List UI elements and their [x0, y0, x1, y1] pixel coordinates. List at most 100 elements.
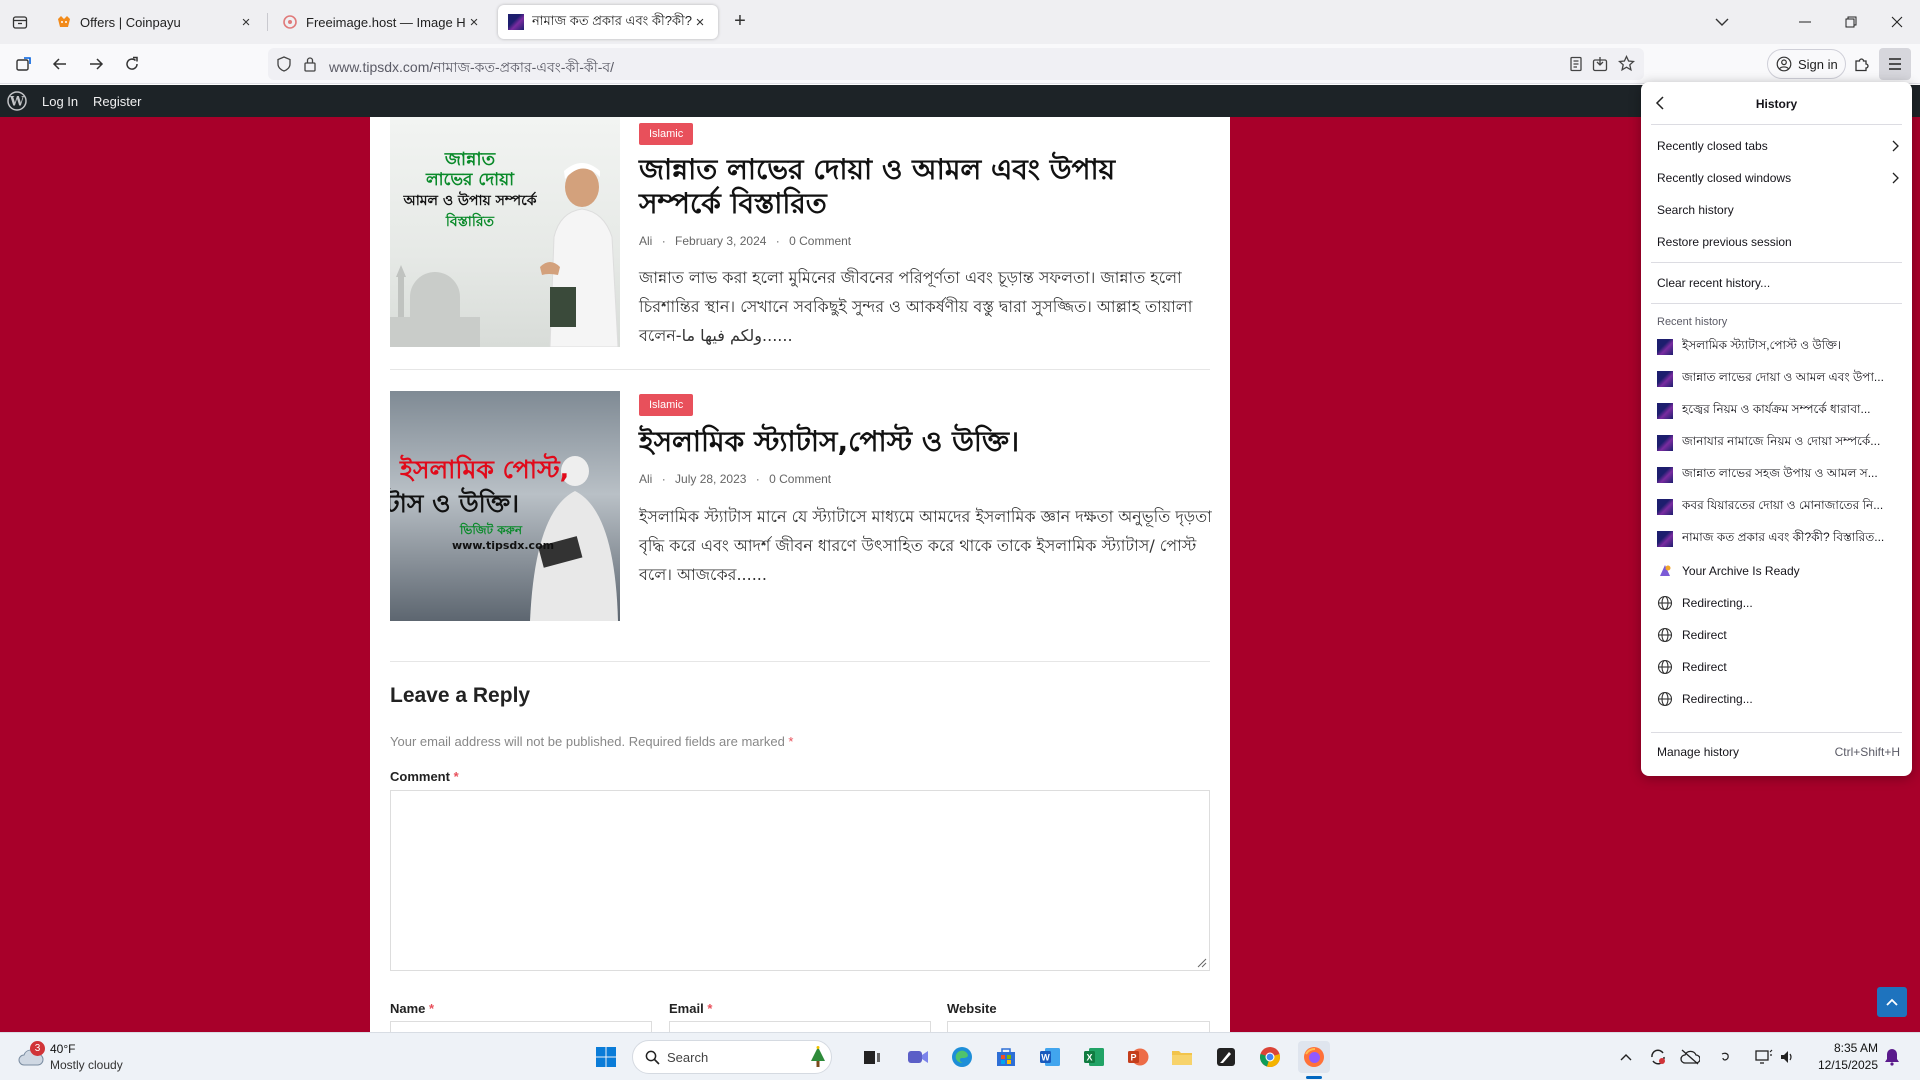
- sign-in-button[interactable]: Sign in: [1767, 49, 1846, 79]
- lock-icon[interactable]: [303, 56, 317, 72]
- post-title[interactable]: ইসলামিক স্ট্যাটাস,পোস্ট ও উক্তি।: [639, 425, 1199, 459]
- history-item-label: জানাযার নামাজে নিয়ম ও দোয়া সম্পর্কে...: [1682, 434, 1881, 448]
- restore-previous-session[interactable]: Restore previous session: [1657, 230, 1900, 254]
- category-badge[interactable]: Islamic: [639, 123, 694, 145]
- svg-text:W: W: [1041, 1053, 1050, 1063]
- firefox-icon[interactable]: [1298, 1041, 1330, 1073]
- volume-icon[interactable]: [1772, 1041, 1804, 1073]
- excel-icon[interactable]: X: [1078, 1041, 1110, 1073]
- edge-icon[interactable]: [946, 1041, 978, 1073]
- register-link[interactable]: Register: [93, 94, 141, 109]
- website-label: Website: [947, 1001, 997, 1016]
- minimize-button[interactable]: [1782, 0, 1828, 44]
- notification-bell-icon[interactable]: [1876, 1041, 1908, 1073]
- history-item[interactable]: নামাজ কত প্রকার এবং কী?কী? বিস্তারিত...: [1657, 527, 1900, 551]
- sync-app-icon[interactable]: [1642, 1041, 1674, 1073]
- chevron-up-icon: [1886, 998, 1898, 1006]
- bookmark-star-icon[interactable]: [1618, 55, 1635, 72]
- post-thumbnail[interactable]: ইসলামিক পোস্ট, টাস ও উক্তি। ভিজিট করুন w…: [390, 391, 620, 621]
- history-item[interactable]: Your Archive Is Ready: [1657, 559, 1900, 583]
- thumbnail-caption: ইসলামিক পোস্ট, টাস ও উক্তি। ভিজিট করুন w…: [390, 453, 600, 553]
- history-item[interactable]: জানাযার নামাজে নিয়ম ও দোয়া সম্পর্কে...: [1657, 431, 1900, 455]
- file-explorer-icon[interactable]: [1166, 1041, 1198, 1073]
- history-item[interactable]: Redirect: [1657, 623, 1900, 647]
- tab-list-icon[interactable]: [8, 10, 32, 34]
- list-all-tabs-icon[interactable]: [1710, 12, 1734, 32]
- word-icon[interactable]: W: [1034, 1041, 1066, 1073]
- app-menu-button[interactable]: [1879, 48, 1911, 80]
- post-comments[interactable]: 0 Comment: [769, 472, 831, 486]
- manage-history[interactable]: Manage history Ctrl+Shift+H: [1657, 740, 1900, 764]
- chrome-icon[interactable]: [1254, 1041, 1286, 1073]
- wordpress-admin-bar: W Log In Register: [0, 85, 1920, 117]
- weather-widget[interactable]: 3 40°F Mostly cloudy: [14, 1041, 164, 1075]
- shield-icon[interactable]: [276, 56, 292, 72]
- reader-view-icon[interactable]: [1568, 56, 1584, 72]
- post-date[interactable]: July 28, 2023: [675, 472, 746, 486]
- recent-history-heading: Recent history: [1657, 316, 1728, 328]
- show-hidden-icons-chevron-icon[interactable]: [1610, 1041, 1642, 1073]
- recently-closed-windows[interactable]: Recently closed windows: [1657, 166, 1900, 190]
- history-item[interactable]: Redirecting...: [1657, 591, 1900, 615]
- history-item[interactable]: কবর যিয়ারতের দোয়া ও মোনাজাতের নি...: [1657, 495, 1900, 519]
- tab-active-tipsdx[interactable]: নামাজ কত প্রকার এবং কী?কী? বিস্তারিত ×: [498, 5, 718, 39]
- reload-button[interactable]: [116, 48, 148, 80]
- pen-app-icon[interactable]: [1210, 1041, 1242, 1073]
- tab-title: নামাজ কত প্রকার এবং কী?কী? বিস্তারিত: [532, 12, 692, 28]
- recently-closed-tabs[interactable]: Recently closed tabs: [1657, 134, 1900, 158]
- login-link[interactable]: Log In: [42, 94, 78, 109]
- post-date[interactable]: February 3, 2024: [675, 234, 766, 248]
- address-bar[interactable]: www.tipsdx.com/নামাজ-কত-প্রকার-এবং-কী-কী…: [268, 48, 1644, 80]
- globe-icon: [1657, 691, 1673, 707]
- thumb-line: টাস ও উক্তি।: [390, 489, 520, 518]
- forward-button[interactable]: [80, 48, 112, 80]
- taskbar-search[interactable]: Search: [632, 1040, 832, 1074]
- extensions-icon[interactable]: [1846, 48, 1878, 80]
- close-window-button[interactable]: [1874, 0, 1920, 44]
- sign-in-label: Sign in: [1798, 56, 1838, 72]
- post-excerpt: ইসলামিক স্ট্যাটাস মানে যে স্ট্যাটাসে মাধ…: [639, 507, 1212, 584]
- website-input[interactable]: [947, 1021, 1210, 1032]
- resize-handle-icon[interactable]: [1197, 958, 1207, 968]
- history-item[interactable]: জান্নাত লাভের সহজ উপায় ও আমল স...: [1657, 463, 1900, 487]
- email-input[interactable]: [669, 1021, 931, 1032]
- history-item[interactable]: হজ্বের নিয়ম ও কার্যক্রম সম্পর্কে ধারাবা…: [1657, 399, 1900, 423]
- name-input[interactable]: [390, 1021, 652, 1032]
- tab-close-icon[interactable]: ×: [238, 14, 254, 31]
- tab-freeimage[interactable]: Freeimage.host — Image Hosting ×: [272, 5, 492, 39]
- tab-coinpayu[interactable]: Offers | Coinpayu ×: [46, 5, 264, 39]
- post-comments[interactable]: 0 Comment: [789, 234, 851, 248]
- post-author[interactable]: Ali: [639, 234, 652, 248]
- email-label-text: Email: [669, 1001, 704, 1016]
- clock[interactable]: 8:35 AM 12/15/2025: [1812, 1040, 1878, 1074]
- wordpress-logo-icon[interactable]: W: [7, 91, 27, 111]
- history-item[interactable]: Redirect: [1657, 655, 1900, 679]
- firefox-view-icon[interactable]: [8, 48, 40, 80]
- url-text[interactable]: www.tipsdx.com/নামাজ-কত-প্রকার-এবং-কী-কী…: [329, 56, 614, 80]
- history-item[interactable]: জান্নাত লাভের দোয়া ও আমল এবং উপা...: [1657, 367, 1900, 391]
- search-history[interactable]: Search history: [1657, 198, 1900, 222]
- task-view-icon[interactable]: [856, 1041, 888, 1073]
- back-button[interactable]: [44, 48, 76, 80]
- new-tab-button[interactable]: +: [728, 10, 752, 34]
- post-thumbnail[interactable]: জান্নাত লাভের দোয়া আমল ও উপায় সম্পর্কে…: [390, 117, 620, 347]
- meet-icon[interactable]: [902, 1041, 934, 1073]
- history-item[interactable]: ইসলামিক স্ট্যাটাস,পোস্ট ও উক্তি।: [1657, 335, 1900, 359]
- store-icon[interactable]: [990, 1041, 1022, 1073]
- language-indicator-icon[interactable]: [1710, 1041, 1742, 1073]
- post-author[interactable]: Ali: [639, 472, 652, 486]
- powerpoint-icon[interactable]: P: [1122, 1041, 1154, 1073]
- tab-close-icon[interactable]: ×: [466, 14, 482, 31]
- tab-close-icon[interactable]: ×: [692, 14, 708, 31]
- clear-recent-history[interactable]: Clear recent history...: [1657, 271, 1900, 295]
- post-title[interactable]: জান্নাত লাভের দোয়া ও আমল এবং উপায় সম্প…: [639, 153, 1139, 221]
- cloud-offline-icon[interactable]: [1674, 1041, 1706, 1073]
- comment-textarea[interactable]: [390, 790, 1210, 971]
- history-item[interactable]: Redirecting...: [1657, 687, 1900, 711]
- restore-button[interactable]: [1828, 0, 1874, 44]
- save-to-pocket-icon[interactable]: [1592, 56, 1608, 72]
- reply-heading: Leave a Reply: [390, 684, 531, 707]
- category-badge[interactable]: Islamic: [639, 394, 694, 416]
- start-button[interactable]: [590, 1041, 622, 1073]
- scroll-to-top-button[interactable]: [1877, 987, 1907, 1017]
